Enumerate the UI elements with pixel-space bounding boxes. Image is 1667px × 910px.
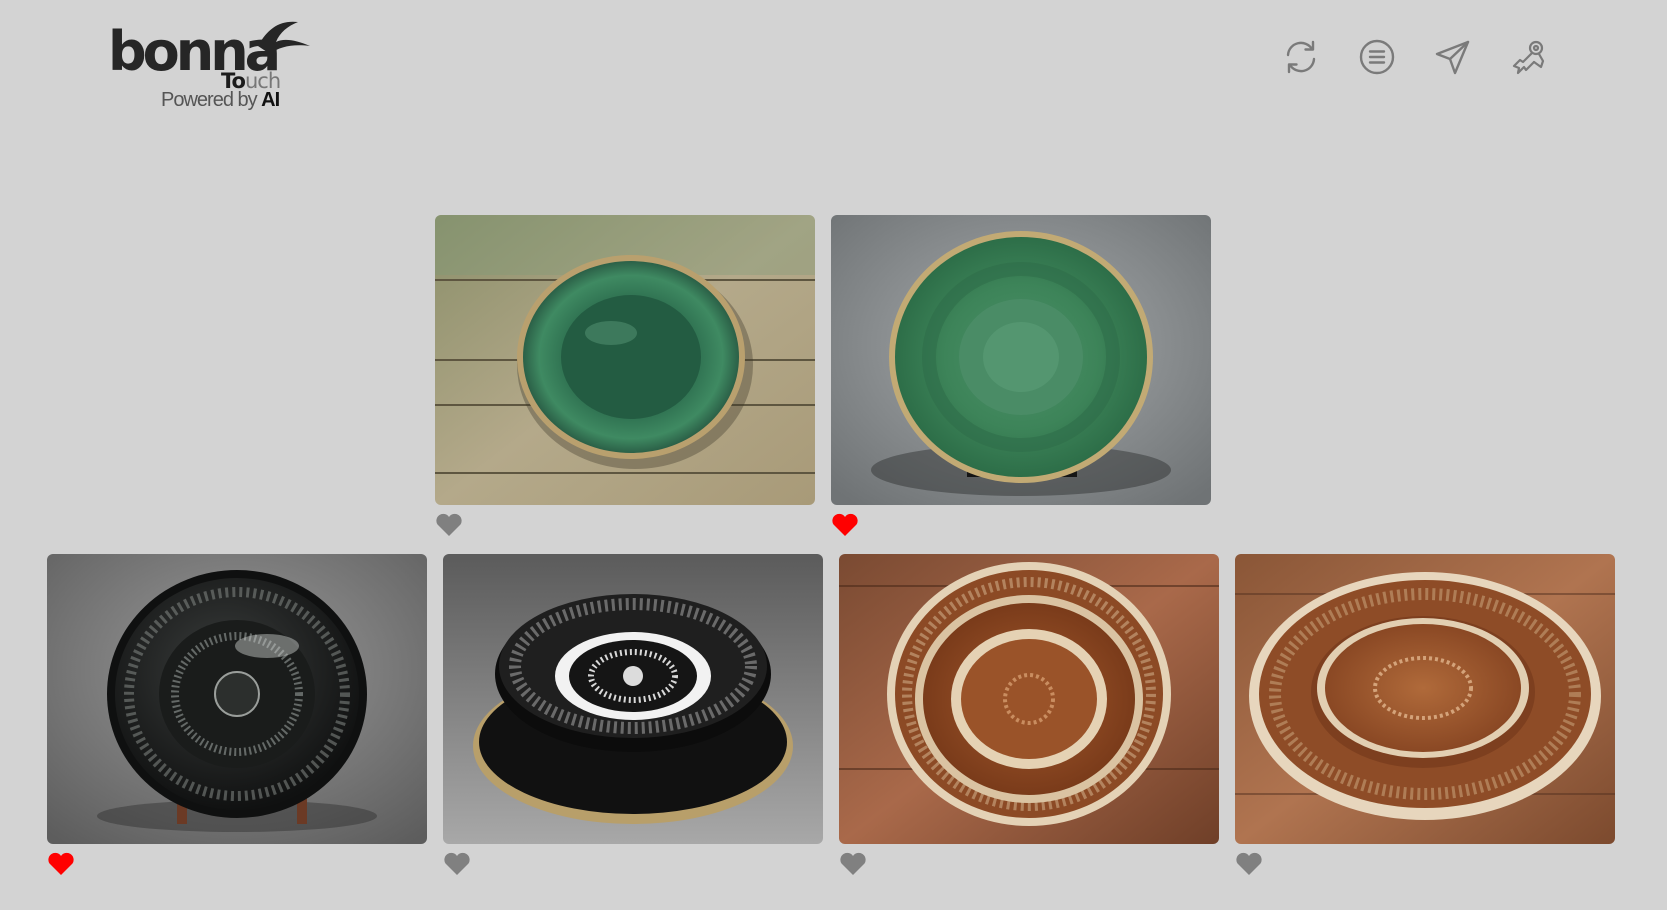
like-button[interactable]: [839, 852, 867, 876]
settings-button[interactable]: [1510, 38, 1548, 76]
send-button[interactable]: [1434, 38, 1472, 76]
like-button[interactable]: [47, 852, 75, 876]
heart-icon: [48, 852, 74, 875]
like-button[interactable]: [443, 852, 471, 876]
settings-key-icon: [1512, 40, 1545, 75]
gallery-card: [831, 215, 1211, 537]
heart-icon: [840, 852, 866, 875]
gallery-card: [839, 554, 1219, 876]
like-button[interactable]: [1235, 852, 1263, 876]
gallery-card: [47, 554, 427, 876]
logo-powered-by: Powered by AI: [161, 89, 280, 111]
gallery-card: [443, 554, 823, 876]
plate-image[interactable]: [443, 554, 823, 844]
plate-image[interactable]: [839, 554, 1219, 844]
like-button[interactable]: [831, 513, 859, 537]
gallery-card: [435, 215, 815, 537]
like-button[interactable]: [435, 513, 463, 537]
refresh-icon: [1286, 40, 1316, 74]
list-icon: [1359, 39, 1395, 75]
heart-icon: [444, 852, 470, 875]
toolbar: [1282, 38, 1548, 76]
plate-image[interactable]: [435, 215, 815, 505]
heart-icon: [1236, 852, 1262, 875]
plate-image[interactable]: [831, 215, 1211, 505]
refresh-button[interactable]: [1282, 38, 1320, 76]
menu-button[interactable]: [1358, 38, 1396, 76]
plate-image[interactable]: [1235, 554, 1615, 844]
heart-icon: [436, 513, 462, 536]
brand-logo: bonna Touch Powered by AI: [108, 14, 318, 114]
heart-icon: [832, 513, 858, 536]
plate-image[interactable]: [47, 554, 427, 844]
gallery-card: [1235, 554, 1615, 876]
send-icon: [1435, 40, 1470, 75]
